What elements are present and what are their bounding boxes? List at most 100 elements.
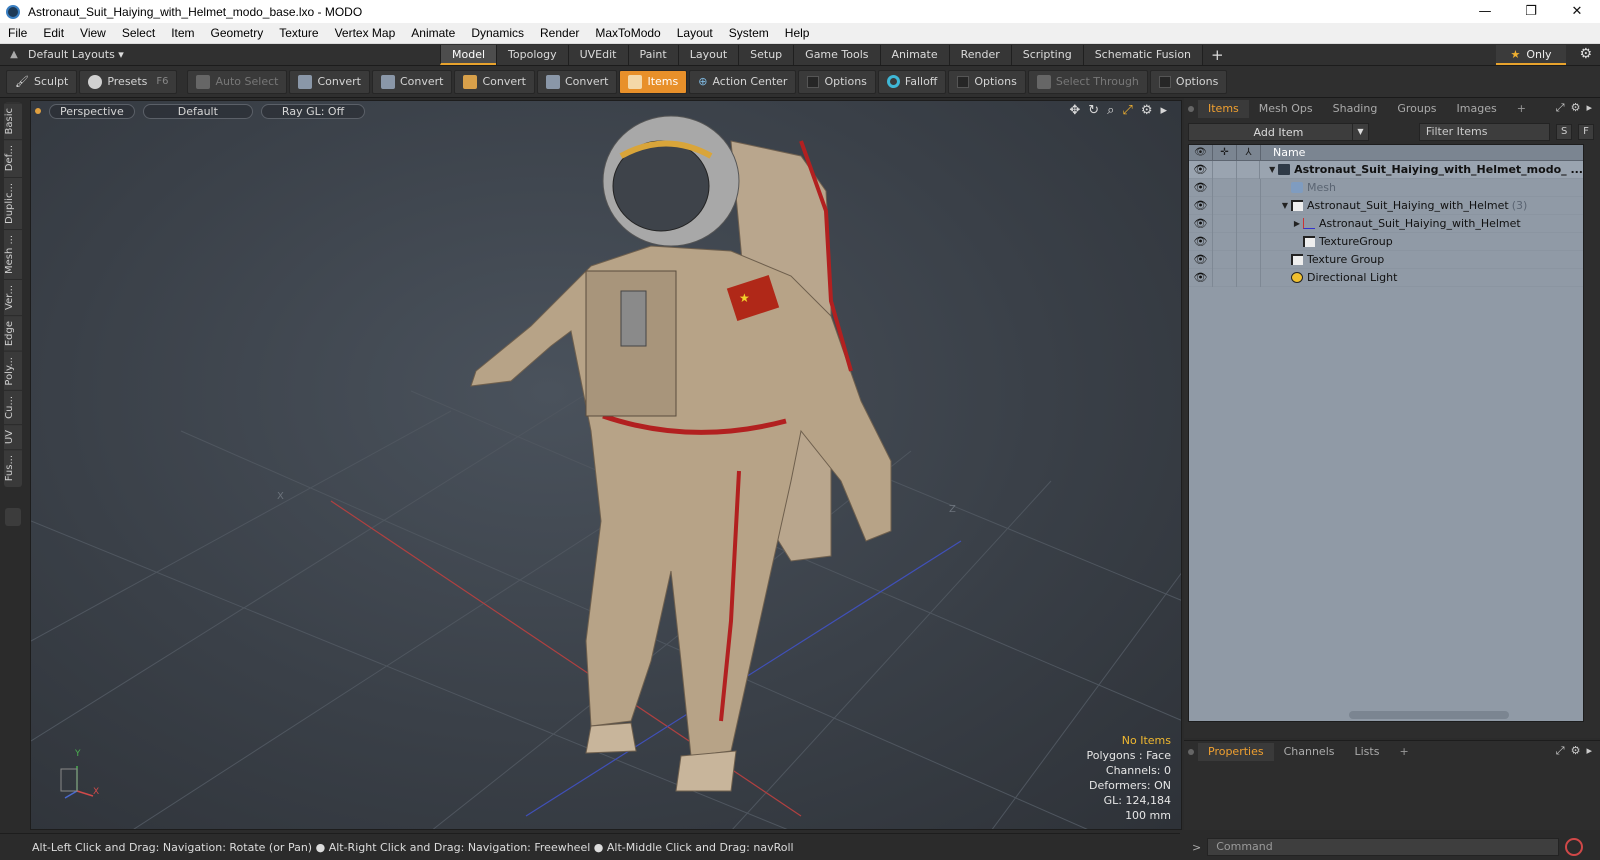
menu-dynamics[interactable]: Dynamics	[463, 26, 532, 40]
tab-scripting[interactable]: Scripting	[1010, 44, 1083, 65]
tab-groups[interactable]: Groups	[1387, 100, 1446, 118]
tab-paint[interactable]: Paint	[627, 44, 678, 65]
lock-cell[interactable]	[1213, 214, 1237, 233]
lock-cell[interactable]	[1213, 196, 1237, 215]
tab-images[interactable]: Images	[1447, 100, 1507, 118]
options-checkbox[interactable]	[807, 75, 820, 88]
tab-lists[interactable]: Lists	[1345, 743, 1390, 761]
props-menu-dot-icon[interactable]	[1188, 749, 1194, 755]
close-button[interactable]: ✕	[1554, 0, 1600, 23]
tree-row[interactable]: 👁 Texture Group	[1189, 250, 1583, 269]
select-through-options-button[interactable]: Options	[1149, 69, 1228, 94]
raygl-dropdown[interactable]: Ray GL: Off	[260, 103, 366, 119]
collapse-icon[interactable]: ▲	[0, 49, 28, 60]
lock-cell[interactable]	[1213, 160, 1237, 179]
rotate-icon[interactable]: ↻	[1088, 103, 1099, 118]
visibility-eye-icon[interactable]: 👁	[1189, 214, 1213, 233]
shading-dropdown[interactable]: Default	[142, 103, 253, 119]
menu-texture[interactable]: Texture	[271, 26, 326, 40]
pan-icon[interactable]: ✥	[1069, 103, 1080, 118]
menu-geometry[interactable]: Geometry	[203, 26, 272, 40]
tab-shading[interactable]: Shading	[1323, 100, 1388, 118]
add-layout-tab-button[interactable]: +	[1202, 44, 1232, 65]
viewport-menu-dot-icon[interactable]	[35, 108, 41, 114]
tab-topology[interactable]: Topology	[496, 44, 568, 65]
falloff-button[interactable]: Falloff	[877, 69, 947, 94]
tab-setup[interactable]: Setup	[738, 44, 794, 65]
vtab-basic[interactable]: Basic	[4, 102, 22, 140]
tab-model[interactable]: Model	[440, 44, 497, 65]
astronaut-model[interactable]: ★	[470, 115, 892, 792]
lock-cell[interactable]	[1213, 232, 1237, 251]
convert-polygons-button[interactable]: Convert	[454, 69, 535, 94]
vtab-uv[interactable]: UV	[4, 424, 22, 450]
props-gear-icon[interactable]: ⚙	[1571, 744, 1581, 758]
name-column-header[interactable]: Name	[1261, 146, 1305, 159]
tab-game-tools[interactable]: Game Tools	[793, 44, 880, 65]
items-mode-button[interactable]: Items	[619, 69, 688, 94]
vtab-fusion[interactable]: Fus...	[4, 449, 22, 487]
add-item-dropdown-icon[interactable]: ▼	[1351, 124, 1368, 140]
tree-horizontal-scrollbar[interactable]	[1349, 711, 1509, 719]
menu-help[interactable]: Help	[777, 26, 818, 40]
props-pop-out-icon[interactable]: ⤢	[1556, 744, 1565, 758]
menu-item[interactable]: Item	[163, 26, 202, 40]
add-panel-tab-button[interactable]: +	[1507, 100, 1536, 118]
menu-vertex-map[interactable]: Vertex Map	[327, 26, 404, 40]
tab-schematic-fusion[interactable]: Schematic Fusion	[1082, 44, 1203, 65]
collapse-arrow-icon[interactable]: ▼	[1266, 165, 1278, 174]
menu-view[interactable]: View	[72, 26, 114, 40]
tab-uvedit[interactable]: UVEdit	[567, 44, 628, 65]
panel-arrow-icon[interactable]: ▸	[1586, 101, 1592, 115]
tab-items[interactable]: Items	[1198, 100, 1249, 118]
lock-cell[interactable]	[1213, 178, 1237, 197]
add-item-button[interactable]: Add Item ▼	[1188, 123, 1369, 141]
visibility-column-eye-icon[interactable]: 👁	[1189, 145, 1213, 161]
tab-mesh-ops[interactable]: Mesh Ops	[1249, 100, 1323, 118]
collapse-arrow-icon[interactable]: ▼	[1279, 201, 1291, 210]
vtab-mesh[interactable]: Mesh ...	[4, 228, 22, 279]
select-through-button[interactable]: Select Through	[1027, 69, 1148, 94]
tab-layout[interactable]: Layout	[677, 44, 739, 65]
filter-s-button[interactable]: S	[1556, 124, 1573, 140]
gear-icon[interactable]: ⚙	[1579, 46, 1592, 62]
menu-edit[interactable]: Edit	[35, 26, 72, 40]
visibility-eye-icon[interactable]: 👁	[1189, 196, 1213, 215]
restore-button[interactable]: ❐	[1508, 0, 1554, 23]
tree-row[interactable]: 👁 Mesh	[1189, 178, 1583, 197]
vtab-edge[interactable]: Edge	[4, 314, 22, 351]
tree-row[interactable]: 👁 Directional Light	[1189, 268, 1583, 287]
tab-animate[interactable]: Animate	[879, 44, 949, 65]
visibility-eye-icon[interactable]: 👁	[1189, 250, 1213, 269]
visibility-eye-icon[interactable]: 👁	[1189, 178, 1213, 197]
menu-file[interactable]: File	[0, 26, 35, 40]
convert-materials-button[interactable]: Convert	[536, 69, 618, 94]
vtab-curve[interactable]: Cu...	[4, 390, 22, 425]
visibility-eye-icon[interactable]: 👁	[1189, 160, 1213, 179]
tree-row[interactable]: 👁 TextureGroup	[1189, 232, 1583, 251]
command-input[interactable]: Command	[1207, 838, 1560, 856]
vtab-polygon[interactable]: Poly...	[4, 350, 22, 391]
filter-items-input[interactable]: Filter Items	[1418, 123, 1551, 141]
menu-render[interactable]: Render	[532, 26, 587, 40]
vtab-duplicate[interactable]: Duplic...	[4, 176, 22, 229]
menu-animate[interactable]: Animate	[403, 26, 463, 40]
vtab-deform[interactable]: Def...	[4, 139, 22, 177]
visibility-eye-icon[interactable]: 👁	[1189, 232, 1213, 251]
minimize-button[interactable]: —	[1462, 0, 1508, 23]
maximize-icon[interactable]: ⤢	[1122, 103, 1132, 118]
visibility-eye-icon[interactable]: 👁	[1189, 268, 1213, 287]
filter-f-button[interactable]: F	[1578, 124, 1595, 140]
expand-arrow-icon[interactable]: ▶	[1291, 219, 1303, 228]
presets-button[interactable]: Presets F6	[79, 69, 178, 94]
view-type-dropdown[interactable]: Perspective	[49, 103, 135, 119]
tree-row[interactable]: 👁 ▶ Astronaut_Suit_Haiying_with_Helmet	[1189, 214, 1583, 233]
panel-menu-dot-icon[interactable]	[1188, 106, 1194, 112]
sculpt-button[interactable]: 🖌 Sculpt	[6, 69, 78, 94]
menu-system[interactable]: System	[721, 26, 777, 40]
expand-arrow-icon[interactable]: ▸	[1160, 103, 1167, 118]
type-column-icon[interactable]: ⅄	[1237, 145, 1261, 161]
layouts-dropdown[interactable]: ▲ Default Layouts ▾	[0, 48, 440, 61]
tab-properties[interactable]: Properties	[1198, 743, 1274, 761]
strip-toggle-button[interactable]	[5, 508, 21, 526]
